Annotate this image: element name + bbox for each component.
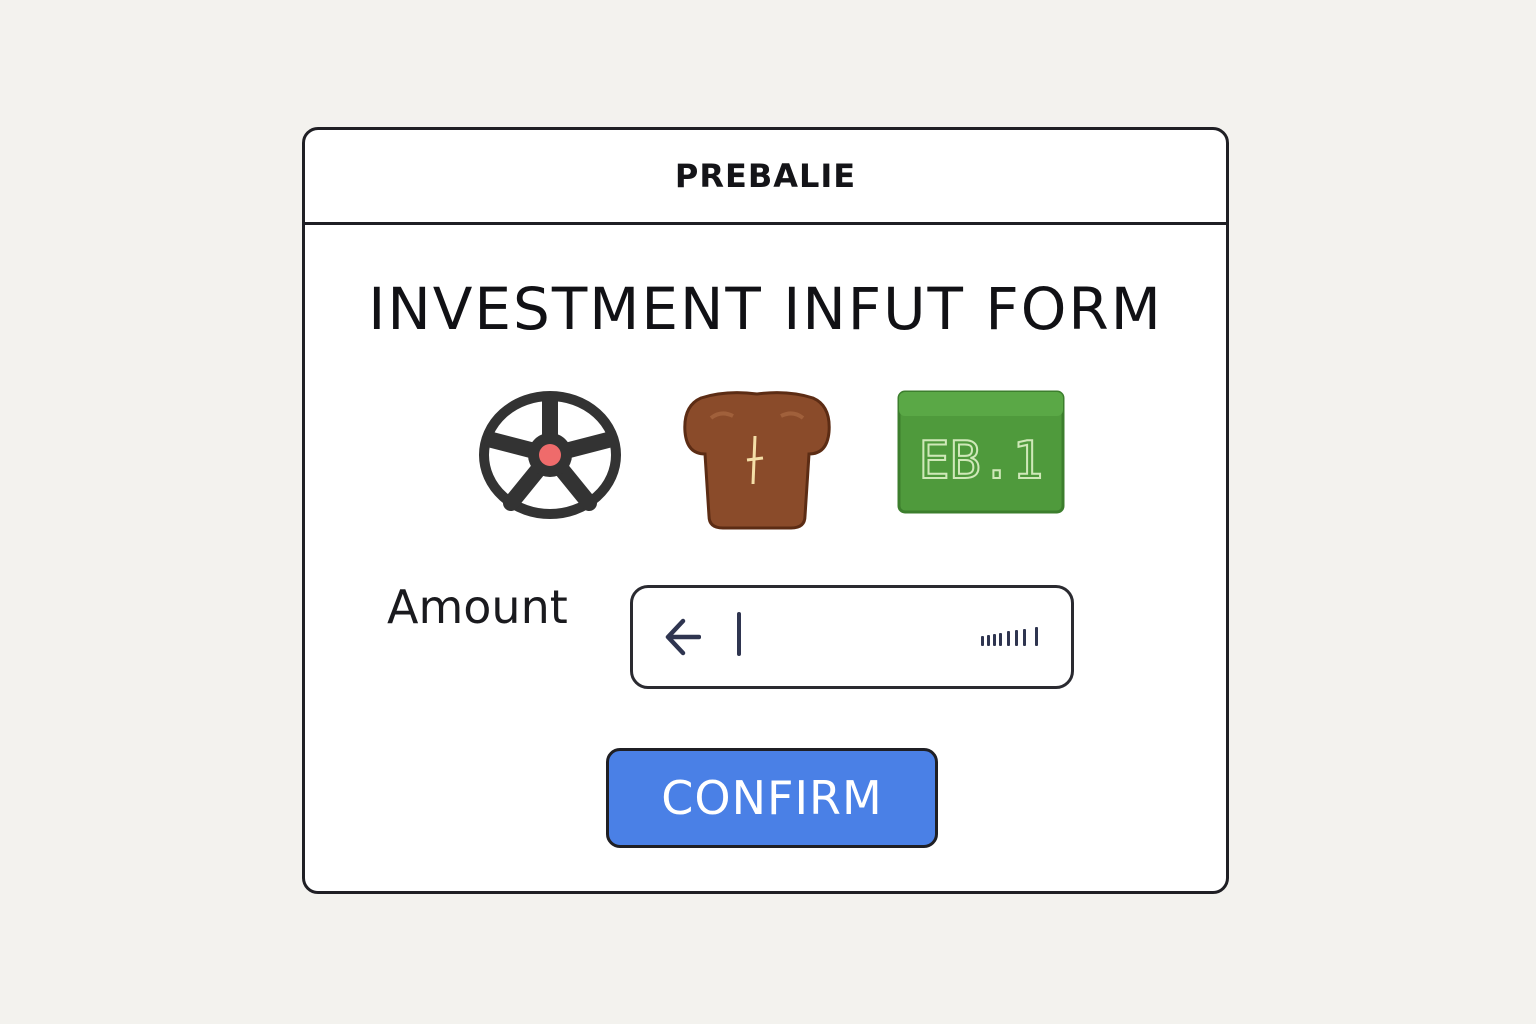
brown-shirt-icon[interactable] [681,388,833,530]
form-title: INVESTMENT INFUT FORM [368,275,1163,343]
investment-form-window: PREBALIE INVESTMENT INFUT FORM EB.1 Amou… [302,127,1229,894]
box-label: EB.1 [918,431,1043,491]
amount-field[interactable] [630,585,1074,689]
soccer-ball-icon[interactable] [477,388,623,522]
amount-input[interactable] [749,608,973,666]
asset-icon-row: EB.1 [305,388,1226,538]
amount-label: Amount [387,580,568,634]
green-box-icon[interactable]: EB.1 [895,388,1067,516]
signal-bars-icon [981,626,1041,653]
arrow-left-icon[interactable] [665,617,702,662]
window-title: PREBALIE [674,157,857,195]
text-caret [737,612,741,656]
title-bar: PREBALIE [305,130,1226,225]
confirm-button[interactable]: CONFIRM [606,748,938,848]
